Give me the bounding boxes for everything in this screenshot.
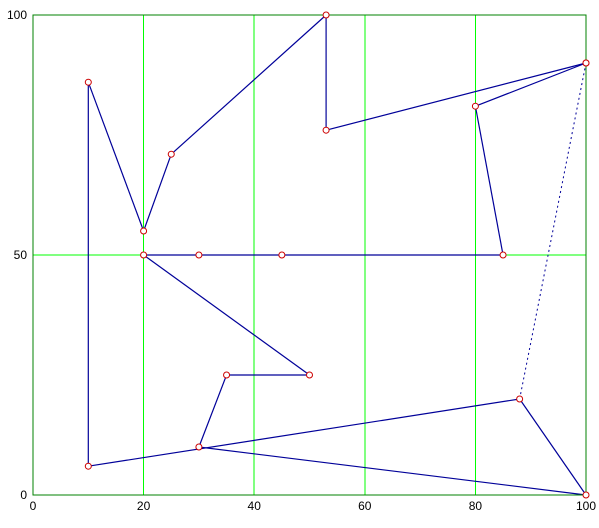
x-tick-label: 60 — [358, 499, 372, 513]
x-tick-label: 20 — [137, 499, 151, 513]
data-segment — [199, 375, 227, 447]
data-segment — [520, 399, 586, 495]
data-segment — [88, 82, 143, 231]
x-tick-label: 100 — [576, 499, 596, 513]
y-tick-label: 100 — [7, 8, 27, 22]
y-tick-label: 50 — [14, 248, 28, 262]
data-marker — [196, 444, 202, 450]
data-marker — [279, 252, 285, 258]
y-tick-label: 0 — [20, 488, 27, 502]
data-segment — [144, 255, 310, 375]
chart-svg: 0 20 40 60 80 100 0 50 100 — [0, 0, 599, 528]
data-segment — [199, 447, 586, 495]
data-marker — [307, 372, 313, 378]
data-marker — [224, 372, 230, 378]
data-marker — [472, 103, 478, 109]
chart-container: 0 20 40 60 80 100 0 50 100 — [0, 0, 599, 528]
data-marker — [196, 252, 202, 258]
data-marker — [583, 60, 589, 66]
data-segment — [475, 106, 503, 255]
data-marker — [168, 151, 174, 157]
data-segment — [144, 154, 172, 231]
data-segment — [475, 63, 586, 106]
data-marker — [141, 252, 147, 258]
data-marker — [323, 12, 329, 18]
x-tick-label: 80 — [469, 499, 483, 513]
data-marker — [583, 492, 589, 498]
data-marker — [517, 396, 523, 402]
x-tick-label: 0 — [30, 499, 37, 513]
data-segment — [88, 399, 519, 466]
data-segment — [520, 63, 586, 399]
x-tick-label: 40 — [248, 499, 262, 513]
data-marker — [500, 252, 506, 258]
data-marker — [141, 228, 147, 234]
data-marker — [85, 463, 91, 469]
data-marker — [85, 79, 91, 85]
data-marker — [323, 127, 329, 133]
data-segment — [171, 15, 326, 154]
